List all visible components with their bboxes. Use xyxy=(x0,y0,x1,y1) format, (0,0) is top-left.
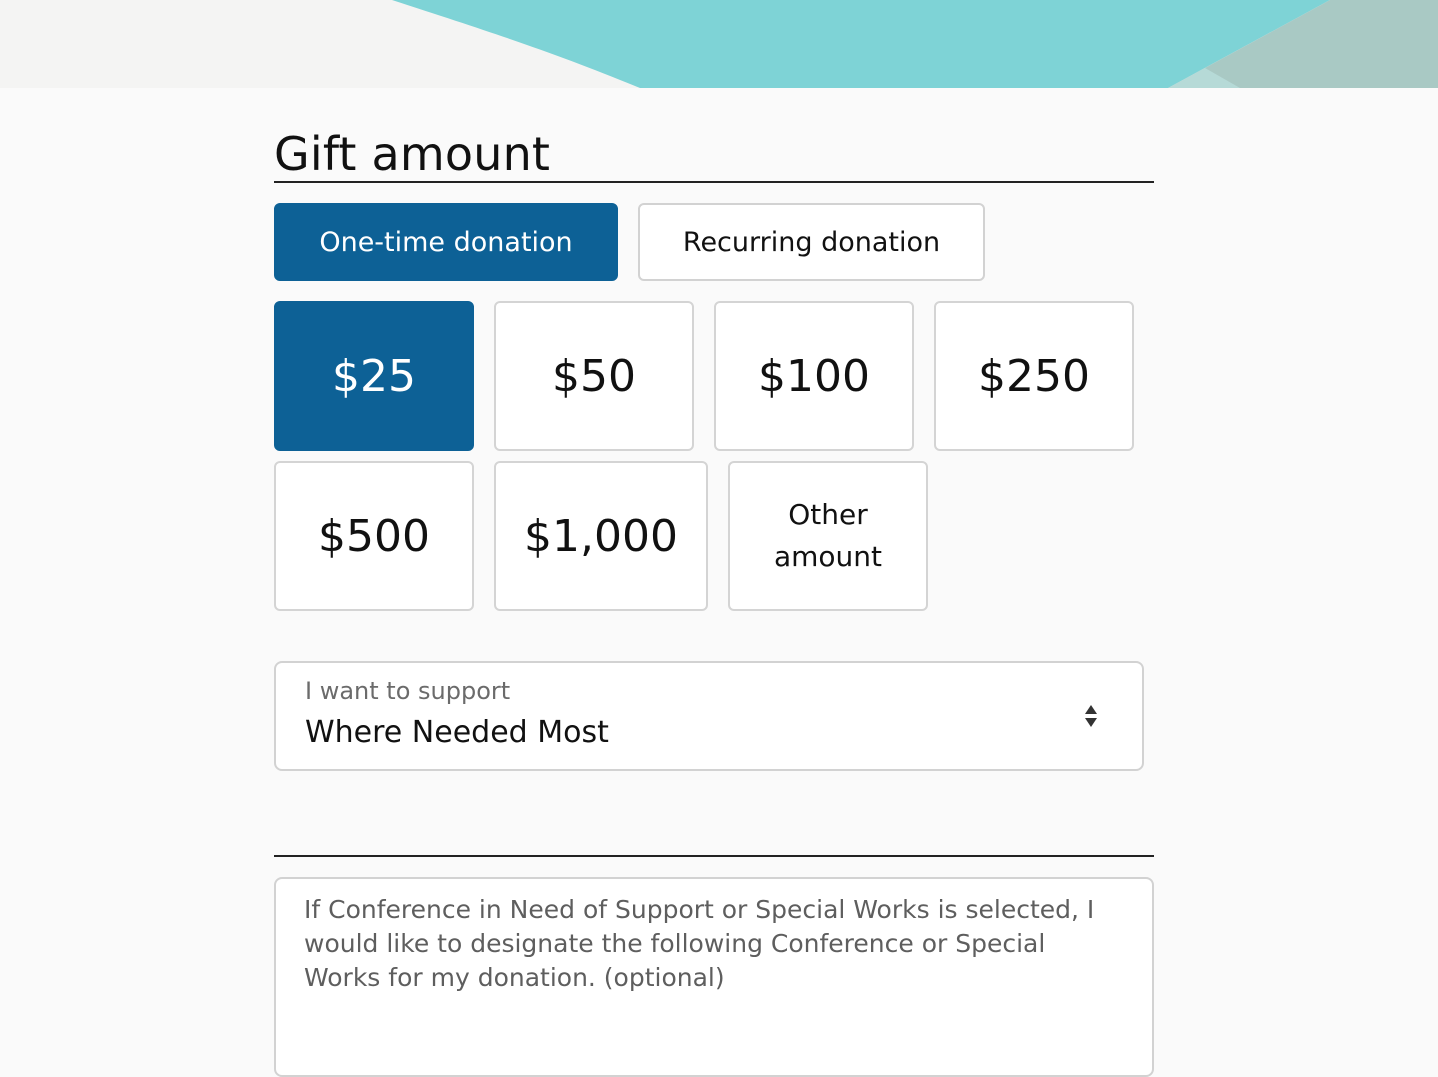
amount-button-250[interactable]: $250 xyxy=(934,301,1134,451)
one-time-donation-button[interactable]: One-time donation xyxy=(274,203,618,281)
amount-button-50[interactable]: $50 xyxy=(494,301,694,451)
recurring-donation-button[interactable]: Recurring donation xyxy=(638,203,985,281)
support-designation-value: Where Needed Most xyxy=(305,715,609,750)
designation-note-textarea[interactable]: If Conference in Need of Support or Spec… xyxy=(274,877,1154,1077)
header-banner xyxy=(0,0,1438,88)
designation-note-placeholder: If Conference in Need of Support or Spec… xyxy=(304,895,1095,992)
other-amount-button[interactable]: Other amount xyxy=(728,461,928,611)
section-divider xyxy=(274,181,1154,183)
support-designation-label: I want to support xyxy=(305,677,511,705)
banner-graphic xyxy=(0,0,1438,88)
form-divider xyxy=(274,855,1154,857)
section-title: Gift amount xyxy=(274,127,551,181)
amount-button-25[interactable]: $25 xyxy=(274,301,474,451)
amount-button-500[interactable]: $500 xyxy=(274,461,474,611)
select-arrows-icon xyxy=(1085,705,1097,727)
amount-button-100[interactable]: $100 xyxy=(714,301,914,451)
amount-button-1000[interactable]: $1,000 xyxy=(494,461,708,611)
support-designation-select[interactable]: I want to support Where Needed Most xyxy=(274,661,1144,771)
